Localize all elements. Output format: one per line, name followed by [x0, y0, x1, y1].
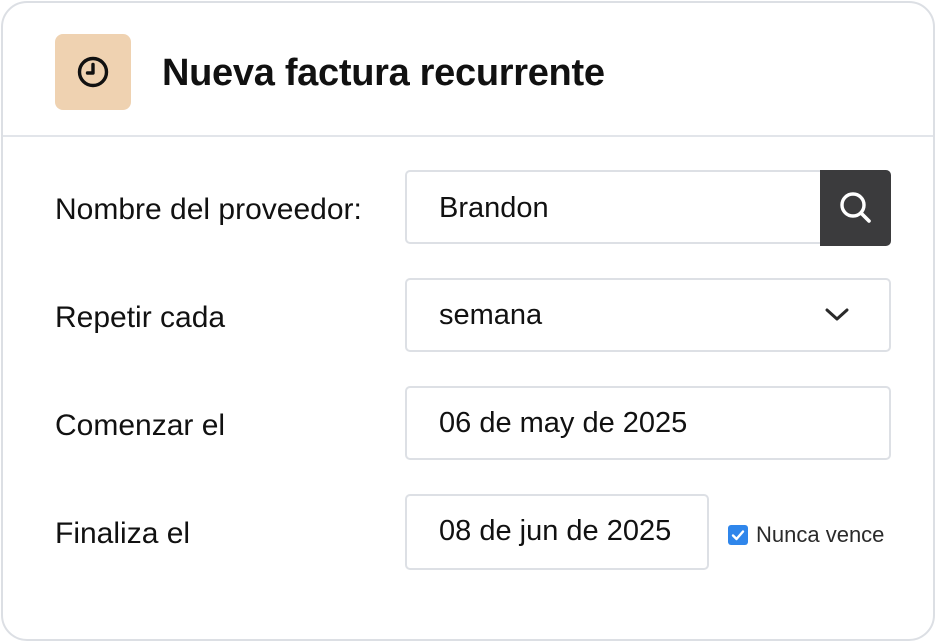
vendor-label: Nombre del proveedor:: [55, 193, 362, 226]
clock-icon: [77, 56, 109, 88]
page-title: Nueva factura recurrente: [162, 52, 605, 94]
start-date-label: Comenzar el: [55, 409, 226, 442]
never-expires-label[interactable]: Nunca vence: [756, 522, 884, 548]
end-date-input[interactable]: 08 de jun de 2025: [405, 494, 709, 570]
start-date-value: 06 de may de 2025: [439, 407, 688, 439]
repeat-select[interactable]: semana: [405, 278, 891, 352]
end-date-label: Finaliza el: [55, 517, 191, 550]
checkmark-icon: [731, 530, 745, 541]
search-icon: [840, 192, 871, 223]
recurring-invoice-card: Nueva factura recurrente Nombre del prov…: [1, 1, 935, 641]
repeat-label: Repetir cada: [55, 301, 226, 334]
never-expires-checkbox[interactable]: [728, 525, 748, 545]
repeat-selected-value: semana: [439, 299, 543, 331]
start-date-input[interactable]: 06 de may de 2025: [405, 386, 891, 460]
chevron-down-icon: [825, 308, 849, 321]
vendor-search-button[interactable]: [820, 170, 891, 246]
header-icon-badge: [55, 34, 131, 110]
end-date-value: 08 de jun de 2025: [439, 515, 672, 547]
vendor-value: Brandon: [439, 192, 549, 224]
vendor-input[interactable]: Brandon: [405, 170, 891, 246]
card-header: Nueva factura recurrente: [3, 3, 933, 137]
